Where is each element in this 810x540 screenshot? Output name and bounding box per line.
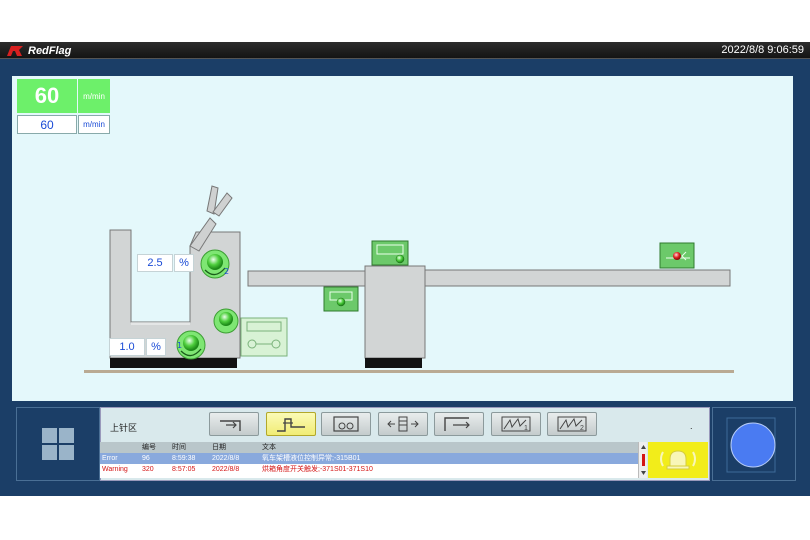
stenter-icon xyxy=(277,418,305,432)
alarm-date: 2022/8/8 xyxy=(212,466,240,473)
status-circle-icon xyxy=(726,417,776,473)
center-unit xyxy=(364,265,426,359)
roller-mid-indicator[interactable] xyxy=(213,308,239,334)
svg-text:2: 2 xyxy=(580,425,584,432)
zone-label: 上针区 xyxy=(110,424,138,434)
alarm-col-time: 时间 xyxy=(172,443,186,451)
pad-button[interactable] xyxy=(321,412,371,436)
dryer-zone-2-button[interactable]: 2 xyxy=(547,412,597,436)
alarm-acknowledge-button[interactable] xyxy=(648,442,708,478)
feed-icon xyxy=(444,417,470,431)
alarm-col-id: 编号 xyxy=(142,443,156,451)
alarm-id: 96 xyxy=(142,455,150,462)
stenter-button[interactable] xyxy=(266,412,316,436)
alarm-type: Warning xyxy=(102,466,128,473)
feed-button[interactable] xyxy=(434,412,484,436)
roller-1-indicator[interactable]: 1 xyxy=(176,330,206,360)
threading-button[interactable] xyxy=(209,412,259,436)
scroll-arrows-icon xyxy=(641,445,646,475)
svg-text:1: 1 xyxy=(177,341,182,350)
dryer-zone-1-button[interactable]: 1 xyxy=(491,412,541,436)
alarm-date: 2022/8/8 xyxy=(212,455,240,462)
pad-trough-status[interactable] xyxy=(323,286,359,312)
exit-sensor-status[interactable] xyxy=(659,242,695,269)
roller2-pressure-input[interactable]: 2.5 xyxy=(137,254,173,272)
windows-grid-icon xyxy=(42,428,74,460)
home-button[interactable] xyxy=(16,407,100,481)
guider-box[interactable] xyxy=(240,317,288,357)
alarm-header: 编号 时间 日期 文本 xyxy=(100,442,638,453)
alarm-time: 8:59:38 xyxy=(172,455,196,462)
alarm-scrollbar[interactable] xyxy=(638,442,647,478)
width-adjust-icon xyxy=(387,416,419,432)
panel-dot: . xyxy=(690,421,693,431)
alarm-time: 8:57:05 xyxy=(172,466,196,473)
alarm-text: 氧车架槽液位控制异常;-315B01 xyxy=(262,455,361,462)
conveyor-right xyxy=(424,269,731,287)
roller2-pressure-unit: % xyxy=(174,254,194,272)
dryer-zone-1-icon: 1 xyxy=(501,416,531,432)
alarm-row[interactable]: Warning 320 8:57:05 2022/8/8 烘箱角度开关触发;-3… xyxy=(100,464,638,475)
status-button[interactable] xyxy=(712,407,796,481)
width-adjust-button[interactable] xyxy=(378,412,428,436)
floor-line xyxy=(84,370,734,373)
alarm-id: 320 xyxy=(142,466,154,473)
alarm-bell-icon xyxy=(660,450,696,470)
roller1-pressure-input[interactable]: 1.0 xyxy=(109,338,145,356)
alarm-col-date: 日期 xyxy=(212,443,226,451)
svg-text:2: 2 xyxy=(224,267,229,276)
svg-text:1: 1 xyxy=(524,425,528,432)
alarm-list: 编号 时间 日期 文本 Error 96 8:59:38 2022/8/8 氧车… xyxy=(100,442,638,478)
threading-icon xyxy=(220,420,241,431)
center-unit-base xyxy=(365,358,422,368)
alarm-type: Error xyxy=(102,455,118,462)
pad-icon xyxy=(333,416,359,432)
center-unit-status[interactable] xyxy=(371,240,409,266)
roller1-pressure-unit: % xyxy=(146,338,166,356)
dryer-zone-2-icon: 2 xyxy=(557,416,587,432)
conveyor-left xyxy=(247,270,366,287)
alarm-col-type xyxy=(100,442,140,453)
alarm-col-text: 文本 xyxy=(262,443,276,451)
alarm-row[interactable]: Error 96 8:59:38 2022/8/8 氧车架槽液位控制异常;-31… xyxy=(100,453,638,464)
roller-2-indicator[interactable]: 2 xyxy=(200,249,230,279)
alarm-text: 烘箱角度开关触发;-371S01-371S10 xyxy=(262,466,373,473)
